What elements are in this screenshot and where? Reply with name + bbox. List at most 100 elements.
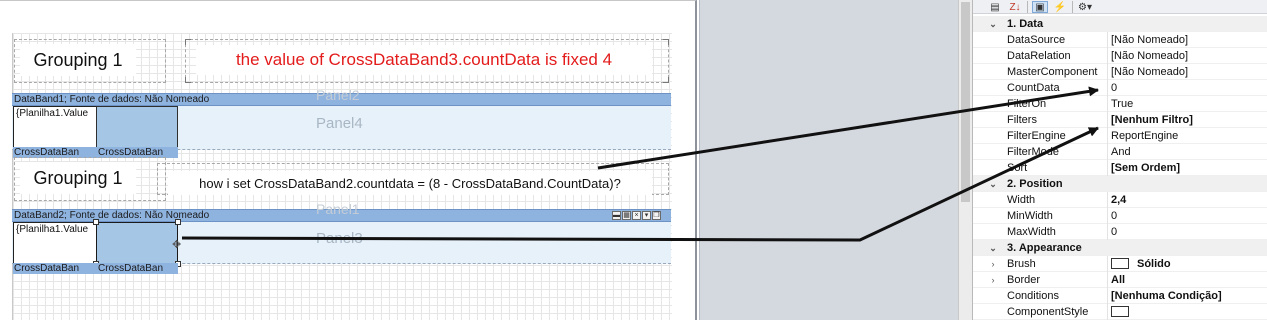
prop-name: MasterComponent	[1007, 66, 1098, 78]
properties-icon[interactable]: ▣	[1032, 0, 1048, 13]
band-grid-icon[interactable]: ▦	[622, 211, 631, 220]
prop-value[interactable]: [Sem Ordem]	[1111, 161, 1180, 175]
category-appearance[interactable]: ⌄ 3. Appearance	[973, 240, 1267, 256]
prop-name: FilterOn	[1007, 98, 1047, 110]
crossdataband-cell-1[interactable]	[96, 106, 178, 148]
prop-value[interactable]: 0	[1111, 225, 1117, 239]
crossdataband-cell-2-selected[interactable]	[96, 222, 178, 264]
handle-corner	[663, 77, 669, 83]
color-swatch	[1111, 258, 1129, 269]
chevron-right-icon[interactable]: ›	[987, 273, 999, 287]
prop-name: MaxWidth	[1007, 226, 1056, 238]
grouping-title-bottom[interactable]: Grouping 1	[20, 162, 136, 194]
band-copy-icon[interactable]: ❐	[652, 211, 661, 220]
band-close-icon[interactable]: ×	[632, 211, 641, 220]
red-note-text[interactable]: the value of CrossDataBand3.countData is…	[196, 45, 652, 75]
property-toolbar: ▤ Z↓ ▣ ⚡ ⚙▾	[973, 0, 1267, 14]
prop-name: Brush	[1007, 258, 1036, 270]
prop-row-brush[interactable]: › Brush Sólido	[973, 256, 1267, 272]
prop-value[interactable]: [Não Nomeado]	[1111, 33, 1188, 47]
prop-row-datarelation[interactable]: DataRelation [Não Nomeado]	[973, 48, 1267, 64]
chevron-right-icon[interactable]: ›	[987, 257, 999, 271]
category-label: 1. Data	[1007, 18, 1044, 30]
band-dropdown-icon[interactable]: ▾	[642, 211, 651, 220]
crossdataband-label: CrossDataBan	[13, 263, 97, 274]
handle-corner	[185, 39, 191, 45]
prop-value[interactable]: 2,4	[1111, 193, 1126, 207]
prop-name: DataRelation	[1007, 50, 1071, 62]
prop-value[interactable]: And	[1111, 145, 1131, 159]
toolbar-separator	[1072, 0, 1073, 13]
prop-row-componentstyle[interactable]: ComponentStyle	[973, 304, 1267, 320]
category-data[interactable]: ⌄ 1. Data	[973, 16, 1267, 32]
panel4-label[interactable]: Panel4	[316, 115, 363, 132]
value-field-1[interactable]: {Planilha1.Value	[13, 106, 97, 148]
scrollbar-thumb[interactable]	[961, 2, 970, 202]
prop-value[interactable]: 0	[1111, 209, 1117, 223]
prop-row-conditions[interactable]: Conditions [Nenhuma Condição]	[973, 288, 1267, 304]
band-toolbar: ▬ ▦ × ▾ ❐	[612, 211, 661, 220]
prop-row-width[interactable]: Width 2,4	[973, 192, 1267, 208]
panel1-ghost-label: Panel1	[316, 201, 360, 217]
prop-value[interactable]: Sólido	[1111, 257, 1171, 271]
chevron-down-icon[interactable]: ⌄	[987, 17, 999, 31]
panel2-ghost-label: Panel2	[316, 87, 360, 103]
prop-value[interactable]: [Não Nomeado]	[1111, 65, 1188, 79]
resize-handle[interactable]	[93, 219, 99, 225]
handle-corner	[185, 77, 191, 83]
prop-row-mastercomponent[interactable]: MasterComponent [Não Nomeado]	[973, 64, 1267, 80]
vertical-scrollbar[interactable]	[958, 0, 972, 320]
prop-value[interactable]: [Nenhuma Condição]	[1111, 289, 1222, 303]
prop-value[interactable]: True	[1111, 97, 1133, 111]
panel3-label[interactable]: Panel3	[316, 230, 363, 247]
prop-value[interactable]: 0	[1111, 81, 1117, 95]
lightning-icon[interactable]: ⚡	[1052, 1, 1068, 13]
chevron-down-icon[interactable]: ⌄	[987, 241, 999, 255]
report-designer-canvas[interactable]: Grouping 1 the value of CrossDataBand3.c…	[0, 0, 700, 320]
prop-name: FilterEngine	[1007, 130, 1066, 142]
question-note-text[interactable]: how i set CrossDataBand2.countdata = (8 …	[168, 171, 652, 195]
prop-row-minwidth[interactable]: MinWidth 0	[973, 208, 1267, 224]
categorized-icon[interactable]: ▤	[987, 1, 1003, 13]
prop-name: Border	[1007, 274, 1041, 286]
prop-row-filterengine[interactable]: FilterEngine ReportEngine	[973, 128, 1267, 144]
value-field-2[interactable]: {Planilha1.Value	[13, 222, 97, 264]
report-page[interactable]: Grouping 1 the value of CrossDataBand3.c…	[0, 0, 697, 320]
prop-value[interactable]	[1111, 305, 1137, 319]
move-cursor-icon: ✥	[172, 239, 182, 251]
brush-value-text: Sólido	[1137, 258, 1171, 270]
toolbar-separator	[1027, 0, 1028, 13]
prop-value[interactable]: [Nenhum Filtro]	[1111, 113, 1193, 127]
settings-icon[interactable]: ⚙▾	[1077, 1, 1093, 13]
prop-row-filtermode[interactable]: FilterMode And	[973, 144, 1267, 160]
prop-row-border[interactable]: › Border All	[973, 272, 1267, 288]
prop-name: Filters	[1007, 114, 1037, 126]
prop-name: FilterMode	[1007, 146, 1059, 158]
prop-name: CountData	[1007, 82, 1060, 94]
prop-row-filteron[interactable]: FilterOn True	[973, 96, 1267, 112]
prop-row-maxwidth[interactable]: MaxWidth 0	[973, 224, 1267, 240]
category-position[interactable]: ⌄ 2. Position	[973, 176, 1267, 192]
prop-row-filters[interactable]: Filters [Nenhum Filtro]	[973, 112, 1267, 128]
prop-name: Conditions	[1007, 290, 1059, 302]
prop-value[interactable]: [Não Nomeado]	[1111, 49, 1188, 63]
prop-value[interactable]: ReportEngine	[1111, 129, 1178, 143]
handle-corner	[663, 39, 669, 45]
crossdataband-label: CrossDataBan	[97, 263, 178, 274]
prop-row-sort[interactable]: Sort [Sem Ordem]	[973, 160, 1267, 176]
property-grid[interactable]: ▤ Z↓ ▣ ⚡ ⚙▾ ⌄ 1. Data DataSource [Não No…	[972, 0, 1267, 320]
grouping-title-top[interactable]: Grouping 1	[20, 44, 136, 76]
prop-value[interactable]: All	[1111, 273, 1125, 287]
prop-name: ComponentStyle	[1007, 306, 1089, 318]
chevron-down-icon[interactable]: ⌄	[987, 177, 999, 191]
style-swatch	[1111, 306, 1129, 317]
category-label: 3. Appearance	[1007, 242, 1082, 254]
prop-row-datasource[interactable]: DataSource [Não Nomeado]	[973, 32, 1267, 48]
category-label: 2. Position	[1007, 178, 1063, 190]
band-collapse-icon[interactable]: ▬	[612, 211, 621, 220]
prop-name: Width	[1007, 194, 1036, 206]
az-sort-icon[interactable]: Z↓	[1007, 1, 1023, 13]
prop-row-countdata[interactable]: CountData 0	[973, 80, 1267, 96]
resize-handle[interactable]	[175, 219, 181, 225]
prop-name: MinWidth	[1007, 210, 1053, 222]
